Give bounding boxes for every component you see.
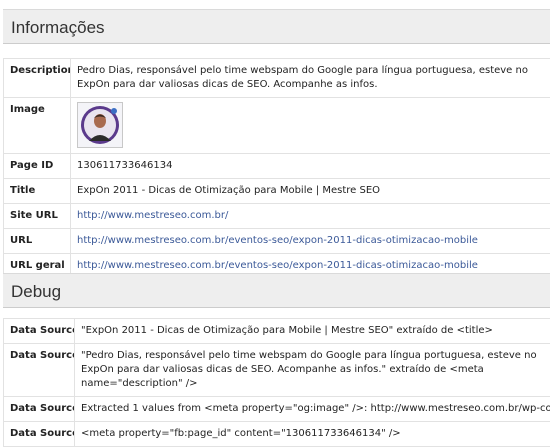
image-key: Image — [4, 98, 71, 154]
debug-row: Data Source Extracted 1 values from <met… — [4, 397, 550, 422]
profile-thumbnail[interactable] — [77, 102, 123, 148]
debug-value: Extracted 1 values from <meta property="… — [75, 397, 550, 422]
debug-value: "Pedro Dias, responsável pelo time websp… — [75, 344, 550, 397]
debug-value: "ExpOn 2011 - Dicas de Otimização para M… — [75, 319, 550, 344]
debug-key: Data Source — [4, 422, 75, 447]
page-id-value: 130611733646134 — [71, 154, 550, 179]
debug-section: Debug Data Source "ExpOn 2011 - Dicas de… — [3, 273, 550, 447]
url-geral-link[interactable]: http://www.mestreseo.com.br/eventos-seo/… — [77, 260, 478, 271]
info-row-url: URL http://www.mestreseo.com.br/eventos-… — [4, 229, 550, 254]
info-row-title: Title ExpOn 2011 - Dicas de Otimização p… — [4, 179, 550, 204]
url-key: URL — [4, 229, 71, 254]
debug-key: Data Source — [4, 344, 75, 397]
debug-key: Data Source — [4, 319, 75, 344]
page-id-key: Page ID — [4, 154, 71, 179]
info-row-description: Description Pedro Dias, responsável pelo… — [4, 59, 550, 98]
avatar-image — [80, 105, 120, 145]
description-value: Pedro Dias, responsável pelo time webspa… — [71, 59, 550, 98]
url-link[interactable]: http://www.mestreseo.com.br/eventos-seo/… — [77, 235, 478, 246]
title-value: ExpOn 2011 - Dicas de Otimização para Mo… — [71, 179, 550, 204]
info-row-site-url: Site URL http://www.mestreseo.com.br/ — [4, 204, 550, 229]
site-url-link[interactable]: http://www.mestreseo.com.br/ — [77, 210, 228, 221]
info-section-title: Informações — [3, 9, 550, 44]
debug-key: Data Source — [4, 397, 75, 422]
debug-row: Data Source "ExpOn 2011 - Dicas de Otimi… — [4, 319, 550, 344]
debug-section-title: Debug — [3, 273, 550, 308]
info-row-page-id: Page ID 130611733646134 — [4, 154, 550, 179]
site-url-key: Site URL — [4, 204, 71, 229]
description-key: Description — [4, 59, 71, 98]
info-section: Informações Description Pedro Dias, resp… — [3, 9, 550, 279]
info-row-image: Image — [4, 98, 550, 154]
title-key: Title — [4, 179, 71, 204]
debug-row: Data Source "Pedro Dias, responsável pel… — [4, 344, 550, 397]
debug-row: Data Source <meta property="fb:page_id" … — [4, 422, 550, 447]
debug-value: <meta property="fb:page_id" content="130… — [75, 422, 550, 447]
debug-table: Data Source "ExpOn 2011 - Dicas de Otimi… — [3, 318, 550, 447]
info-table: Description Pedro Dias, responsável pelo… — [3, 58, 550, 279]
